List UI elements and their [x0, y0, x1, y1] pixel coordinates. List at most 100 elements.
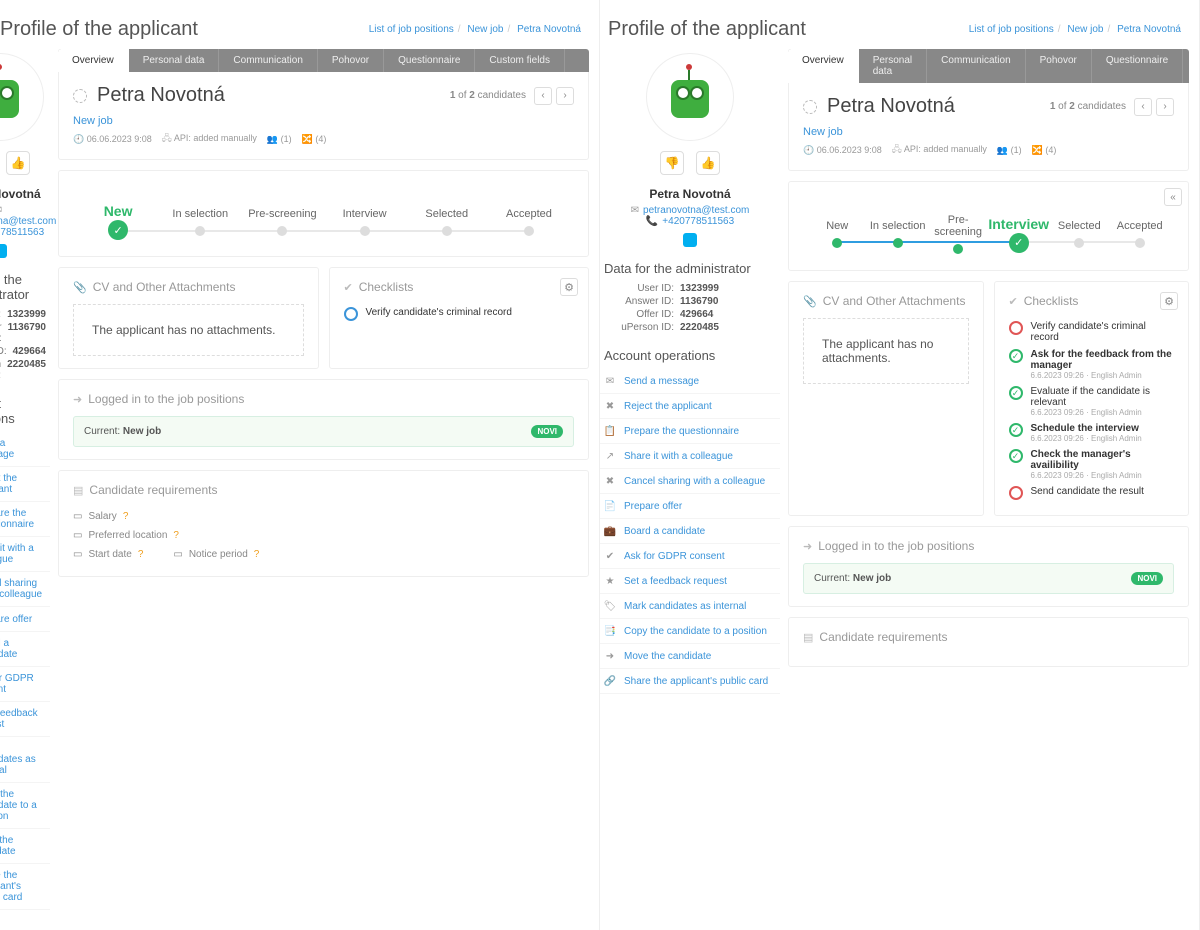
tab-overview[interactable]: Overview	[58, 49, 129, 72]
op-gdpr[interactable]: ✔Ask for GDPR consent	[0, 667, 50, 702]
op-feedback[interactable]: ★Set a feedback request	[0, 702, 50, 737]
op-reject[interactable]: ✖Reject the applicant	[0, 467, 50, 502]
help-icon[interactable]: ?	[138, 549, 144, 560]
op-questionnaire[interactable]: 📋Prepare the questionnaire	[0, 502, 50, 537]
gear-icon[interactable]	[803, 100, 817, 114]
tab-pohovor[interactable]: Pohovor	[318, 49, 384, 72]
checklist-item[interactable]: Ask for the feedback from the manager6.6…	[1009, 346, 1175, 383]
checklists-card: ✔Checklists ⚙ Verify candidate's crimina…	[994, 281, 1190, 516]
stage-prescreening[interactable]: Pre-screening	[928, 214, 988, 254]
current-jobs-row[interactable]: Current: New job NOVI	[803, 563, 1174, 594]
avatar	[0, 53, 44, 141]
op-cancel-share[interactable]: ✖Cancel sharing with a colleague	[600, 469, 780, 494]
help-icon[interactable]: ?	[173, 530, 179, 541]
clock-icon: 🕘	[803, 145, 814, 155]
login-icon: ➜	[803, 540, 812, 553]
tab-communication[interactable]: Communication	[219, 49, 317, 72]
briefcase-icon: 💼	[604, 525, 616, 537]
crumb-2[interactable]: Petra Novotná	[517, 24, 581, 35]
job-link[interactable]: New job	[803, 126, 843, 138]
skype-icon[interactable]	[0, 244, 7, 258]
checklist-item[interactable]: Check the manager's availibility6.6.2023…	[1009, 446, 1175, 483]
arrow-icon: ➜	[604, 650, 616, 662]
prev-candidate-button[interactable]: ‹	[534, 87, 552, 105]
login-icon: ➜	[73, 393, 82, 406]
applicant-name: Petra Novotná	[0, 187, 50, 201]
skype-icon[interactable]	[683, 233, 697, 247]
tab-questionnaire[interactable]: Questionnaire	[384, 49, 475, 72]
checklist-item[interactable]: Send candidate the result	[1009, 483, 1175, 503]
thumbs-up-button[interactable]: 👍	[6, 151, 30, 175]
candidate-counter: 1 of 2 candidates	[450, 90, 526, 101]
copy-icon: 📑	[604, 625, 616, 637]
checklist-item[interactable]: Schedule the interview6.6.2023 09:26 · E…	[1009, 420, 1175, 446]
stage-new[interactable]: New	[807, 220, 867, 248]
checklist-settings-button[interactable]: ⚙	[560, 278, 578, 296]
op-send-message[interactable]: ✉Send a message	[600, 369, 780, 394]
applicant-phone[interactable]: 📞+420778511563	[600, 216, 780, 227]
stage-interview[interactable]: Interview	[988, 216, 1049, 253]
page-title: Profile of the applicant	[608, 18, 806, 41]
op-copy[interactable]: 📑Copy the candidate to a position	[600, 619, 780, 644]
tab-communication[interactable]: Communication	[927, 49, 1025, 83]
help-icon[interactable]: ?	[254, 549, 260, 560]
checklist-item[interactable]: Verify candidate's criminal record	[344, 304, 575, 324]
crumb-0[interactable]: List of job positions	[369, 24, 454, 35]
job-link[interactable]: New job	[73, 115, 113, 127]
crumb-1[interactable]: New job	[1067, 24, 1103, 35]
op-move[interactable]: ➜Move the candidate	[0, 829, 50, 864]
crumb-0[interactable]: List of job positions	[969, 24, 1054, 35]
next-candidate-button[interactable]: ›	[556, 87, 574, 105]
op-gdpr[interactable]: ✔Ask for GDPR consent	[600, 544, 780, 569]
op-copy[interactable]: 📑Copy the candidate to a position	[0, 783, 50, 829]
tab-questionnaire[interactable]: Questionnaire	[1092, 49, 1183, 83]
checklist-item[interactable]: Verify candidate's criminal record	[1009, 318, 1175, 346]
op-share[interactable]: ↗Share it with a colleague	[600, 444, 780, 469]
prev-candidate-button[interactable]: ‹	[1134, 98, 1152, 116]
crumb-2[interactable]: Petra Novotná	[1117, 24, 1181, 35]
thumbs-down-button[interactable]: 👎	[660, 151, 684, 175]
gear-icon[interactable]	[73, 89, 87, 103]
checklist-item[interactable]: Evaluate if the candidate is relevant6.6…	[1009, 383, 1175, 420]
candidate-name: Petra Novotná	[73, 84, 225, 107]
applicant-phone[interactable]: 📞+420778511563	[0, 227, 50, 238]
req-salary: ▭ Salary ?	[73, 507, 128, 526]
tab-personal[interactable]: Personal data	[129, 49, 220, 72]
crumb-1[interactable]: New job	[467, 24, 503, 35]
tag-icon: 🏷	[604, 600, 616, 612]
op-questionnaire[interactable]: 📋Prepare the questionnaire	[600, 419, 780, 444]
account-ops-heading: Account operations	[604, 348, 780, 363]
op-board[interactable]: 💼Board a candidate	[600, 519, 780, 544]
op-public-card[interactable]: 🔗Share the applicant's public card	[0, 864, 50, 910]
op-cancel-share[interactable]: ✖Cancel sharing with a colleague	[0, 572, 50, 607]
op-public-card[interactable]: 🔗Share the applicant's public card	[600, 669, 780, 694]
op-move[interactable]: ➜Move the candidate	[600, 644, 780, 669]
tab-custom[interactable]: Custom fields	[475, 49, 565, 72]
op-mark-internal[interactable]: 🏷Mark candidates as internal	[0, 737, 50, 783]
current-jobs-row[interactable]: Current: New job NOVI	[73, 416, 574, 447]
next-candidate-button[interactable]: ›	[1156, 98, 1174, 116]
stage-accepted[interactable]: Accepted	[1110, 220, 1170, 248]
op-share[interactable]: ↗Share it with a colleague	[0, 537, 50, 572]
collapse-button[interactable]: «	[1164, 188, 1182, 206]
tab-overview[interactable]: Overview	[788, 49, 859, 83]
op-reject[interactable]: ✖Reject the applicant	[600, 394, 780, 419]
tab-personal[interactable]: Personal data	[859, 49, 927, 83]
op-prepare-offer[interactable]: 📄Prepare offer	[600, 494, 780, 519]
op-mark-internal[interactable]: 🏷Mark candidates as internal	[600, 594, 780, 619]
help-icon[interactable]: ?	[123, 511, 129, 522]
stage-selected[interactable]: Selected	[1049, 220, 1109, 248]
tab-pohovor[interactable]: Pohovor	[1026, 49, 1092, 83]
link-icon: 🔗	[604, 675, 616, 687]
applicant-email[interactable]: ✉petranovotna@test.com	[600, 205, 780, 216]
tab-custom[interactable]: Custom fields	[1183, 49, 1189, 83]
op-feedback[interactable]: ★Set a feedback request	[600, 569, 780, 594]
op-board[interactable]: 💼Board a candidate	[0, 632, 50, 667]
stage-selection[interactable]: In selection	[867, 220, 927, 248]
checklist-settings-button[interactable]: ⚙	[1160, 292, 1178, 310]
applicant-email[interactable]: ✉petranovotna@test.com	[0, 205, 50, 227]
op-send-message[interactable]: ✉Send a message	[0, 432, 50, 467]
stage-new[interactable]: New	[77, 203, 159, 240]
thumbs-up-button[interactable]: 👍	[696, 151, 720, 175]
op-prepare-offer[interactable]: 📄Prepare offer	[0, 607, 50, 632]
